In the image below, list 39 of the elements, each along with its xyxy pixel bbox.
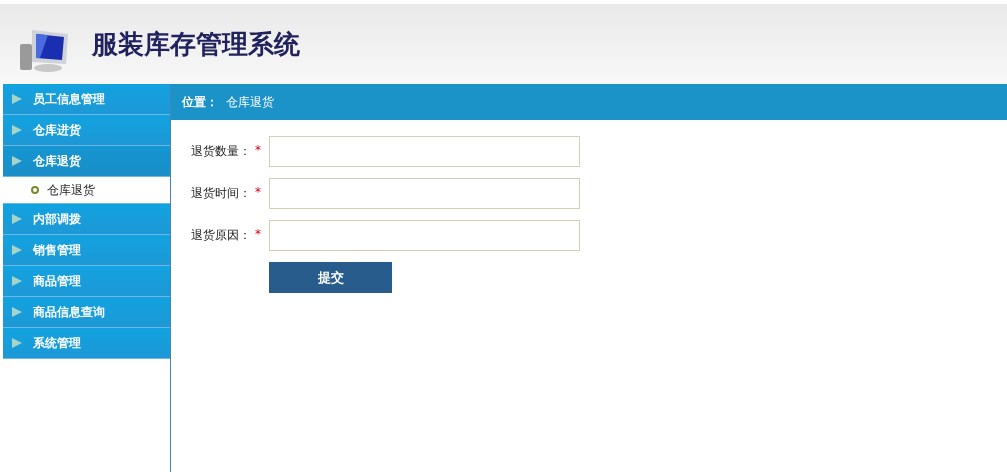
field-label: 退货数量： — [191, 143, 251, 160]
submenu-item[interactable]: 仓库退货 — [47, 181, 95, 199]
menu-label: 商品管理 — [33, 272, 81, 290]
menu-label: 仓库退货 — [33, 152, 81, 170]
menu-label: 员工信息管理 — [33, 90, 105, 108]
bullet-icon — [31, 186, 39, 194]
location-label: 位置： — [182, 93, 218, 111]
required-mark: * — [255, 143, 261, 159]
input-field[interactable] — [269, 178, 580, 209]
menu-item[interactable]: 销售管理 — [3, 235, 170, 266]
submit-button[interactable]: 提交 — [269, 262, 392, 293]
menu-label: 内部调拨 — [33, 210, 81, 228]
triangle-icon — [11, 213, 23, 225]
menu-label: 商品信息查询 — [33, 303, 105, 321]
triangle-icon — [11, 275, 23, 287]
menu-item[interactable]: 商品信息查询 — [3, 297, 170, 328]
breadcrumb-current: 仓库退货 — [226, 93, 274, 111]
menu-item[interactable]: 系统管理 — [3, 328, 170, 359]
menu-item[interactable]: 内部调拨 — [3, 204, 170, 235]
triangle-icon — [11, 244, 23, 256]
menu-item[interactable]: 员工信息管理 — [3, 84, 170, 115]
input-field[interactable] — [269, 136, 580, 167]
app-title: 服装库存管理系统 — [92, 27, 300, 61]
required-mark: * — [255, 185, 261, 201]
triangle-icon — [11, 93, 23, 105]
required-mark: * — [255, 227, 261, 243]
field-label: 退货时间： — [191, 185, 251, 202]
menu-item[interactable]: 商品管理 — [3, 266, 170, 297]
menu-label: 销售管理 — [33, 241, 81, 259]
menu-label: 系统管理 — [33, 334, 81, 352]
menu-label: 仓库进货 — [33, 121, 81, 139]
triangle-icon — [11, 306, 23, 318]
menu-item[interactable]: 仓库进货 — [3, 115, 170, 146]
triangle-icon — [11, 124, 23, 136]
input-field[interactable] — [269, 220, 580, 251]
triangle-icon — [11, 155, 23, 167]
field-label: 退货原因： — [191, 227, 251, 244]
menu-item[interactable]: 仓库退货 — [3, 146, 170, 177]
triangle-icon — [11, 337, 23, 349]
